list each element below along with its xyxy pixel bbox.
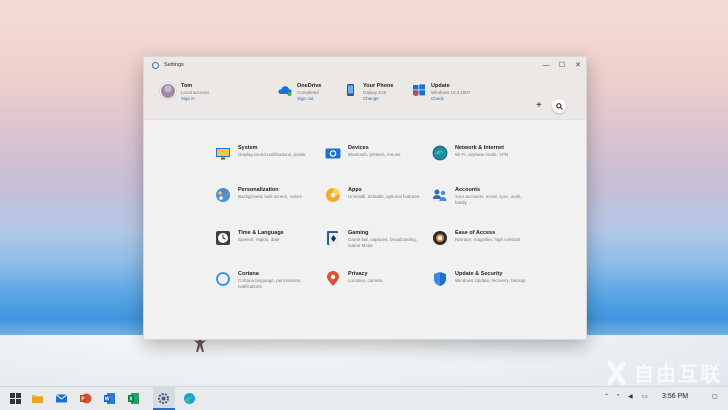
watermark: 自由互联 (602, 358, 722, 387)
notification-icon[interactable]: ▢ (712, 393, 718, 400)
category-name: Devices (348, 145, 369, 151)
category-system[interactable]: System Display,sound,notifications, power (215, 145, 315, 161)
volume-icon[interactable]: ◀ (628, 393, 633, 400)
mail-icon[interactable] (55, 392, 68, 405)
sign-out-link[interactable]: Sign out (297, 96, 321, 101)
onedrive-status[interactable]: OneDrive Completed Sign out (278, 83, 321, 101)
category-gaming[interactable]: Gaming Game bar, captures, broadcasting, … (325, 230, 425, 248)
windows-version: Windows 10.0.1807 (431, 90, 471, 95)
watermark-text: 自由互联 (634, 364, 722, 386)
svg-text:W: W (105, 397, 110, 403)
maximize-button[interactable]: ☐ (554, 57, 570, 73)
onedrive-status-text: Completed (297, 90, 319, 95)
category-desc: Background, lock screen, colors (238, 194, 302, 199)
tray-chevron-icon[interactable]: ⌃ (604, 393, 609, 400)
wifi-icon[interactable]: ◔ (616, 393, 620, 399)
category-name: Ease of Access (455, 230, 496, 236)
category-accounts[interactable]: Accounts Your accounts, email, sync, work… (432, 187, 532, 205)
category-desc: Wi-Fi, airplane mode, VPN (455, 152, 509, 157)
update-name: Update (431, 83, 450, 89)
category-devices[interactable]: Devices Bluetooth, printers, mouse (325, 145, 425, 161)
category-desc: Narrator, magnifier, high contrast (455, 237, 521, 242)
category-personalization[interactable]: Personalization Background, lock screen, … (215, 187, 315, 203)
category-desc: Uninstall, defaults, optional features (348, 194, 420, 199)
category-name: Update & Security (455, 271, 503, 277)
category-name: Personalization (238, 187, 279, 193)
category-name: Cortana (238, 271, 259, 277)
taskbar: P W X ⌃ ◔ ◀ ▭ 3:56 PM ▢ (0, 386, 728, 410)
phone-icon (347, 84, 354, 96)
category-desc: Speech, region, date (238, 237, 280, 242)
devices-icon (325, 148, 341, 159)
apps-icon (326, 188, 340, 202)
check-link[interactable]: Check (431, 96, 471, 101)
system-icon (216, 148, 230, 160)
powerpoint-icon[interactable]: P (79, 392, 92, 405)
category-cortana[interactable]: Cortana Cortana language, permissions, no… (215, 271, 315, 289)
battery-icon[interactable]: ▭ (642, 393, 648, 400)
user-name: Tom (181, 83, 193, 89)
minimize-button[interactable]: — (538, 57, 554, 73)
category-name: Gaming (348, 230, 369, 236)
category-time-language[interactable]: Time & Language Speech, region, date (215, 230, 315, 246)
close-button[interactable]: ✕ (570, 57, 586, 73)
add-button[interactable]: + (536, 101, 542, 111)
network-icon (432, 145, 448, 161)
clock[interactable]: 3:56 PM (662, 393, 688, 400)
your-phone-status[interactable]: Your Phone Galaxy S20 Change (344, 83, 393, 101)
accounts-icon (433, 189, 447, 201)
search-button[interactable] (552, 99, 566, 113)
account-type: Local account (181, 90, 209, 95)
person-silhouette (194, 338, 206, 352)
category-name: Apps (348, 187, 362, 193)
excel-icon[interactable]: X (127, 392, 140, 405)
sign-in-link[interactable]: Sign in (181, 96, 209, 101)
category-desc: Bluetooth, printers, mouse (348, 152, 401, 157)
category-name: Privacy (348, 271, 368, 277)
your-phone-name: Your Phone (363, 83, 394, 89)
category-name: Accounts (455, 187, 481, 193)
update-status[interactable]: Update Windows 10.0.1807 Check (412, 83, 471, 101)
settings-window: Settings — ☐ ✕ Tom Local account Sign in… (143, 56, 587, 340)
category-privacy[interactable]: Privacy Location, camera (325, 271, 425, 287)
start-icon[interactable] (9, 392, 22, 405)
time-language-icon (216, 231, 230, 245)
word-icon[interactable]: W (103, 392, 116, 405)
settings-gear-icon (152, 61, 159, 69)
gaming-icon (327, 231, 338, 245)
phone-model: Galaxy S20 (363, 90, 387, 95)
watermark-logo-icon (602, 361, 630, 385)
personalization-icon (216, 188, 230, 202)
update-security-shield-icon (434, 272, 446, 286)
privacy-location-icon (327, 271, 339, 286)
window-title: Settings (164, 62, 184, 68)
category-network[interactable]: Network & Internet Wi-Fi, airplane mode, … (432, 145, 532, 161)
category-desc: Game bar, captures, broadcasting, Game M… (348, 237, 418, 248)
windows-logo-icon (413, 84, 425, 97)
category-desc: Location, camera (348, 278, 383, 283)
ease-of-access-icon (433, 231, 447, 245)
edge-icon[interactable] (183, 392, 196, 405)
cortana-icon (216, 272, 230, 286)
onedrive-cloud-icon (278, 86, 292, 96)
change-link[interactable]: Change (363, 96, 393, 101)
user-account[interactable]: Tom Local account Sign in (160, 83, 209, 101)
category-name: System (238, 145, 258, 151)
category-name: Network & Internet (455, 145, 504, 151)
category-desc: Your accounts, email, sync, work, family (455, 194, 522, 205)
file-explorer-icon[interactable] (31, 392, 44, 405)
category-desc: Cortana language, permissions, notificat… (238, 278, 302, 289)
onedrive-name: OneDrive (297, 83, 322, 89)
category-desc: Display,sound,notifications, power (238, 152, 306, 157)
category-ease-of-access[interactable]: Ease of Access Narrator, magnifier, high … (432, 230, 532, 246)
category-apps[interactable]: Apps Uninstall, defaults, optional featur… (325, 187, 425, 203)
category-update-security[interactable]: Update & Security Windows Update, recover… (432, 271, 532, 287)
category-name: Time & Language (238, 230, 284, 236)
title-bar[interactable]: Settings — ☐ ✕ (144, 57, 586, 73)
search-icon (555, 102, 563, 110)
category-desc: Windows Update, recovery, backup (455, 278, 526, 283)
settings-header: Tom Local account Sign in OneDrive Compl… (144, 73, 586, 120)
avatar (160, 83, 176, 99)
settings-icon[interactable] (157, 392, 170, 405)
